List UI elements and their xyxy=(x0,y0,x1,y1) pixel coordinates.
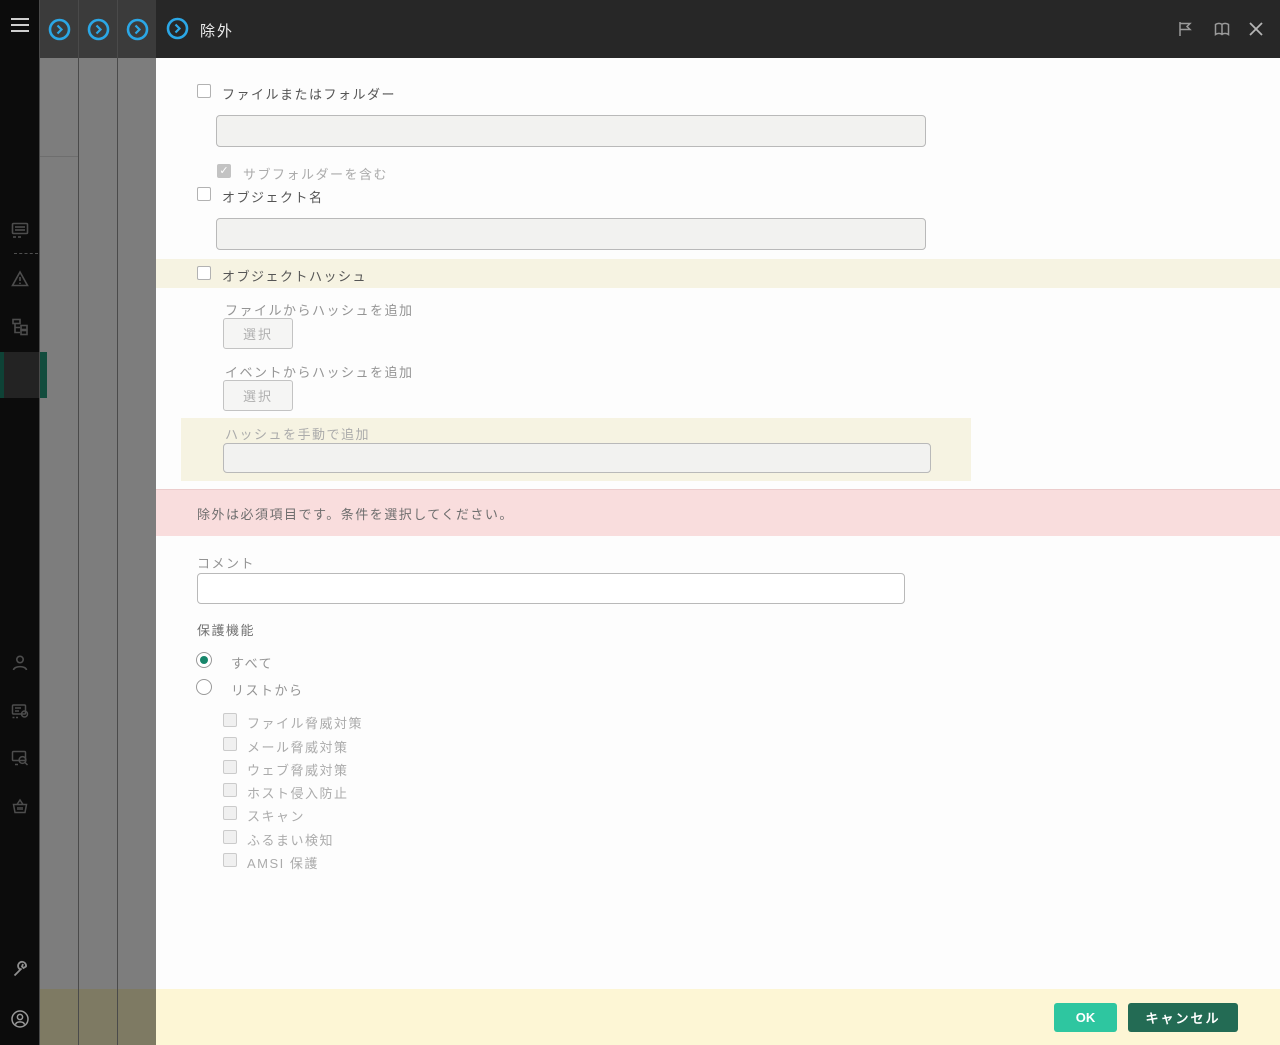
dialog-body: ファイルまたはフォルダー ✓ サブフォルダーを含む オブジェクト名 オブジェクト… xyxy=(156,58,1280,989)
component-checkbox-web-threat[interactable] xyxy=(223,760,237,774)
component-label: メール脅威対策 xyxy=(247,740,349,755)
file-folder-input[interactable] xyxy=(216,115,926,147)
cancel-button[interactable]: キャンセル xyxy=(1128,1003,1238,1032)
hamburger-menu-icon[interactable] xyxy=(0,13,39,37)
strip-divider-line xyxy=(40,156,79,157)
component-checkbox-mail-threat[interactable] xyxy=(223,737,237,751)
component-checkbox-host-intrusion[interactable] xyxy=(223,783,237,797)
protection-all-label: すべて xyxy=(231,656,274,671)
stacked-dialog-3-footer xyxy=(118,989,157,1045)
dialog-titlebar: 除外 xyxy=(156,0,1280,58)
dialog-footer: OK キャンセル xyxy=(156,989,1280,1045)
close-icon[interactable] xyxy=(1246,19,1266,39)
component-checkbox-scan[interactable] xyxy=(223,806,237,820)
users-icon[interactable] xyxy=(0,651,39,675)
stacked-dialog-2-body xyxy=(79,58,118,989)
stacked-dialog-strip-3[interactable] xyxy=(117,0,157,1045)
dialog-badge-icon xyxy=(87,18,110,40)
file-folder-label: ファイルまたはフォルダー xyxy=(222,87,397,102)
stacked-dialog-2-footer xyxy=(79,989,118,1045)
stacked-dialog-1-header[interactable] xyxy=(40,0,79,58)
object-name-checkbox[interactable] xyxy=(197,187,211,201)
component-label: ファイル脅威対策 xyxy=(247,716,364,731)
component-label: ホスト侵入防止 xyxy=(247,786,349,801)
component-checkbox-file-threat[interactable] xyxy=(223,713,237,727)
policy-tree-icon[interactable] xyxy=(0,315,39,339)
dialog-badge-icon xyxy=(48,18,71,40)
comment-label: コメント xyxy=(197,556,256,571)
hash-from-file-select-button[interactable]: 選択 xyxy=(223,318,293,349)
file-folder-checkbox[interactable] xyxy=(197,84,211,98)
stacked-dialog-strip-2[interactable] xyxy=(78,0,118,1045)
validation-error-bar: 除外は必須項目です。条件を選択してください。 xyxy=(156,489,1280,536)
account-icon[interactable] xyxy=(0,1007,39,1031)
protection-section-label: 保護機能 xyxy=(197,623,256,638)
sidebar-divider xyxy=(14,253,38,254)
object-hash-label: オブジェクトハッシュ xyxy=(222,269,368,284)
hash-from-file-label: ファイルからハッシュを追加 xyxy=(225,303,414,318)
comment-input[interactable] xyxy=(197,573,905,604)
marketplace-basket-icon[interactable] xyxy=(0,794,39,818)
feedback-flag-icon[interactable] xyxy=(1175,19,1195,39)
manual-hash-label: ハッシュを手動で追加 xyxy=(225,427,371,442)
dialog-title: 除外 xyxy=(200,23,235,40)
monitoring-icon[interactable] xyxy=(0,218,39,242)
device-discovery-icon[interactable] xyxy=(0,746,39,770)
stacked-dialog-3-body xyxy=(118,58,157,989)
protection-all-radio[interactable] xyxy=(196,652,212,668)
exclusion-dialog: 除外 ファイルまたはフォルダー ✓ サブフォルダーを含む オブジェクト名 オブジ… xyxy=(156,0,1280,1045)
component-label: AMSI 保護 xyxy=(247,856,319,871)
console-settings-wrench-icon[interactable] xyxy=(0,958,39,982)
component-checkbox-behavior-detection[interactable] xyxy=(223,830,237,844)
object-hash-checkbox[interactable] xyxy=(197,266,211,280)
sidebar-item-selected[interactable] xyxy=(0,352,39,398)
stacked-dialog-1-body xyxy=(40,58,79,989)
include-subfolders-label: サブフォルダーを含む xyxy=(243,167,389,182)
dialog-badge-icon xyxy=(126,18,149,40)
strip-selected-accent xyxy=(40,352,47,398)
manual-hash-input[interactable] xyxy=(223,443,931,473)
include-subfolders-checkbox[interactable]: ✓ xyxy=(217,164,231,178)
dialog-badge-icon xyxy=(166,17,189,40)
hash-from-event-label: イベントからハッシュを追加 xyxy=(225,365,414,380)
object-name-label: オブジェクト名 xyxy=(222,190,324,205)
app-window: 除外 ファイルまたはフォルダー ✓ サブフォルダーを含む オブジェクト名 オブジ… xyxy=(0,0,1280,1045)
component-label: スキャン xyxy=(247,809,306,824)
object-name-input[interactable] xyxy=(216,218,926,250)
protection-from-list-radio[interactable] xyxy=(196,679,212,695)
stacked-dialog-3-header[interactable] xyxy=(118,0,157,58)
ok-button[interactable]: OK xyxy=(1054,1003,1117,1032)
stacked-dialog-2-header[interactable] xyxy=(79,0,118,58)
alerts-warning-icon[interactable] xyxy=(0,267,39,291)
stacked-dialog-1-footer xyxy=(40,989,79,1045)
app-sidebar xyxy=(0,0,39,1045)
validation-error-text: 除外は必須項目です。条件を選択してください。 xyxy=(197,506,514,522)
help-book-icon[interactable] xyxy=(1212,19,1232,39)
radio-dot xyxy=(200,656,208,664)
component-label: ウェブ脅威対策 xyxy=(247,763,349,778)
component-label: ふるまい検知 xyxy=(247,833,335,848)
component-checkbox-amsi[interactable] xyxy=(223,853,237,867)
stacked-dialog-strip-1[interactable] xyxy=(39,0,79,1045)
hash-from-event-select-button[interactable]: 選択 xyxy=(223,380,293,411)
device-settings-icon[interactable] xyxy=(0,699,39,723)
protection-from-list-label: リストから xyxy=(231,683,304,698)
